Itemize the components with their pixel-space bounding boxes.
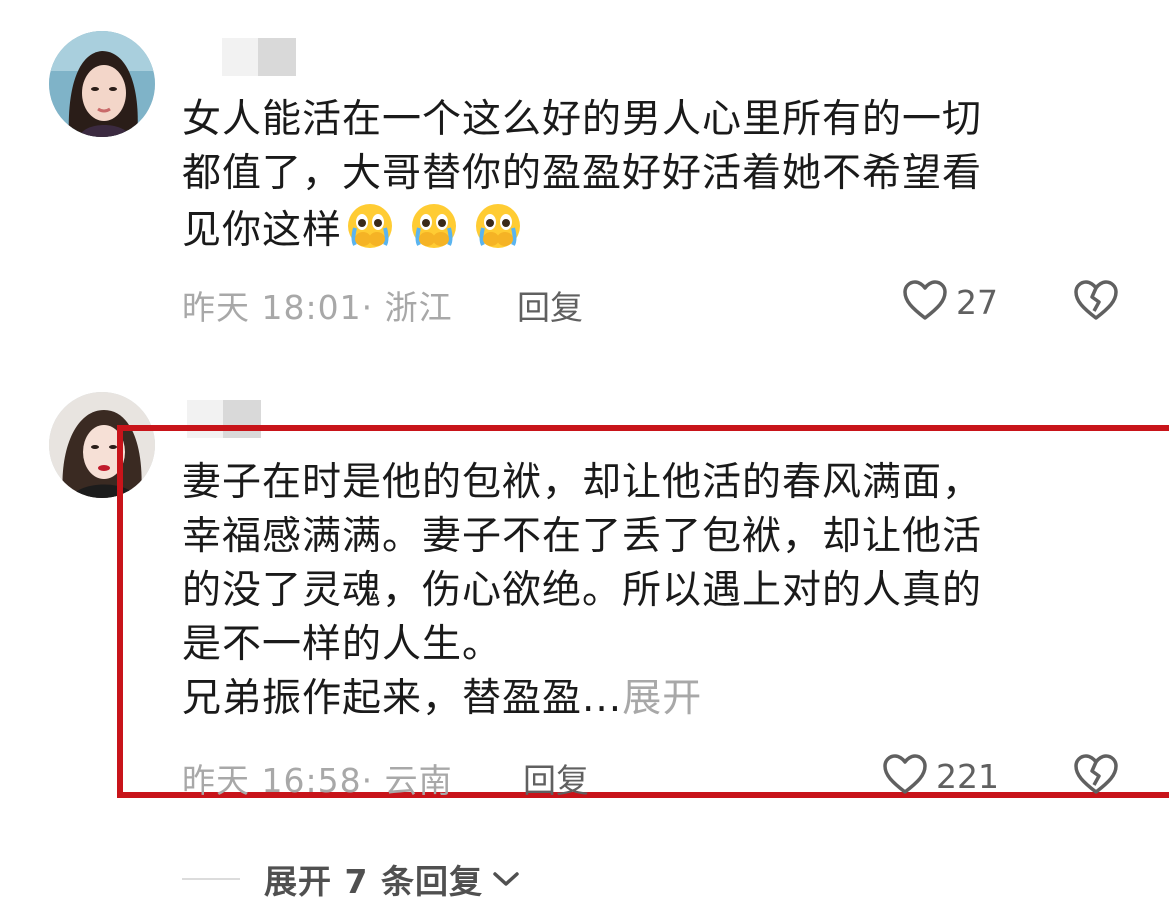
comment-line: 的没了灵魂，伤心欲绝。所以遇上对的人真的 [182, 568, 983, 613]
like-button[interactable]: 27 [902, 279, 998, 325]
broken-heart-icon [1073, 280, 1119, 325]
dislike-button[interactable] [1073, 753, 1119, 799]
reply-button[interactable]: 回复 [523, 754, 589, 802]
like-button[interactable]: 221 [882, 753, 999, 799]
broken-heart-icon [1073, 754, 1119, 799]
comment-meta: 昨天 16:58· 云南 [182, 761, 453, 800]
chevron-down-icon [491, 869, 521, 889]
like-count: 27 [956, 282, 998, 322]
avatar[interactable] [49, 31, 155, 137]
comment-line: 幸福感满满。妻子不在了丢了包袱，却让他活 [182, 514, 983, 559]
comment-line: 女人能活在一个这么好的男人心里所有的一切 [182, 97, 983, 142]
divider-line [182, 878, 240, 880]
comment-line: 见你这样 [182, 201, 1122, 258]
comment-line: 都值了，大哥替你的盈盈好好活着她不希望看 [182, 151, 983, 196]
reply-button[interactable]: 回复 [517, 281, 583, 329]
comment-text: 妻子在时是他的包袱，却让他活的春风满面， 幸福感满满。妻子不在了丢了包袱，却让他… [182, 456, 1122, 726]
comment-line: 妻子在时是他的包袱，却让他活的春风满面， [182, 460, 983, 505]
comment-line: 兄弟振作起来，替盈盈...展开 [182, 676, 703, 721]
like-count: 221 [936, 756, 999, 796]
expand-replies-button[interactable]: 展开 7 条回复 [182, 855, 521, 903]
heart-icon [882, 753, 928, 799]
crying-face-emoji [406, 201, 462, 251]
username-masked[interactable] [222, 38, 296, 76]
crying-face-emoji [342, 201, 398, 251]
expand-replies-label: 展开 7 条回复 [264, 862, 483, 901]
comment-meta: 昨天 18:01· 浙江 [182, 288, 453, 327]
avatar-photo [49, 31, 155, 137]
dislike-button[interactable] [1073, 279, 1119, 325]
expand-link[interactable]: 展开 [622, 676, 702, 721]
comment-line: 是不一样的人生。 [182, 622, 503, 667]
crying-face-emoji [470, 201, 526, 251]
heart-icon [902, 279, 948, 325]
comment-text: 女人能活在一个这么好的男人心里所有的一切 都值了，大哥替你的盈盈好好活着她不希望… [182, 93, 1122, 258]
